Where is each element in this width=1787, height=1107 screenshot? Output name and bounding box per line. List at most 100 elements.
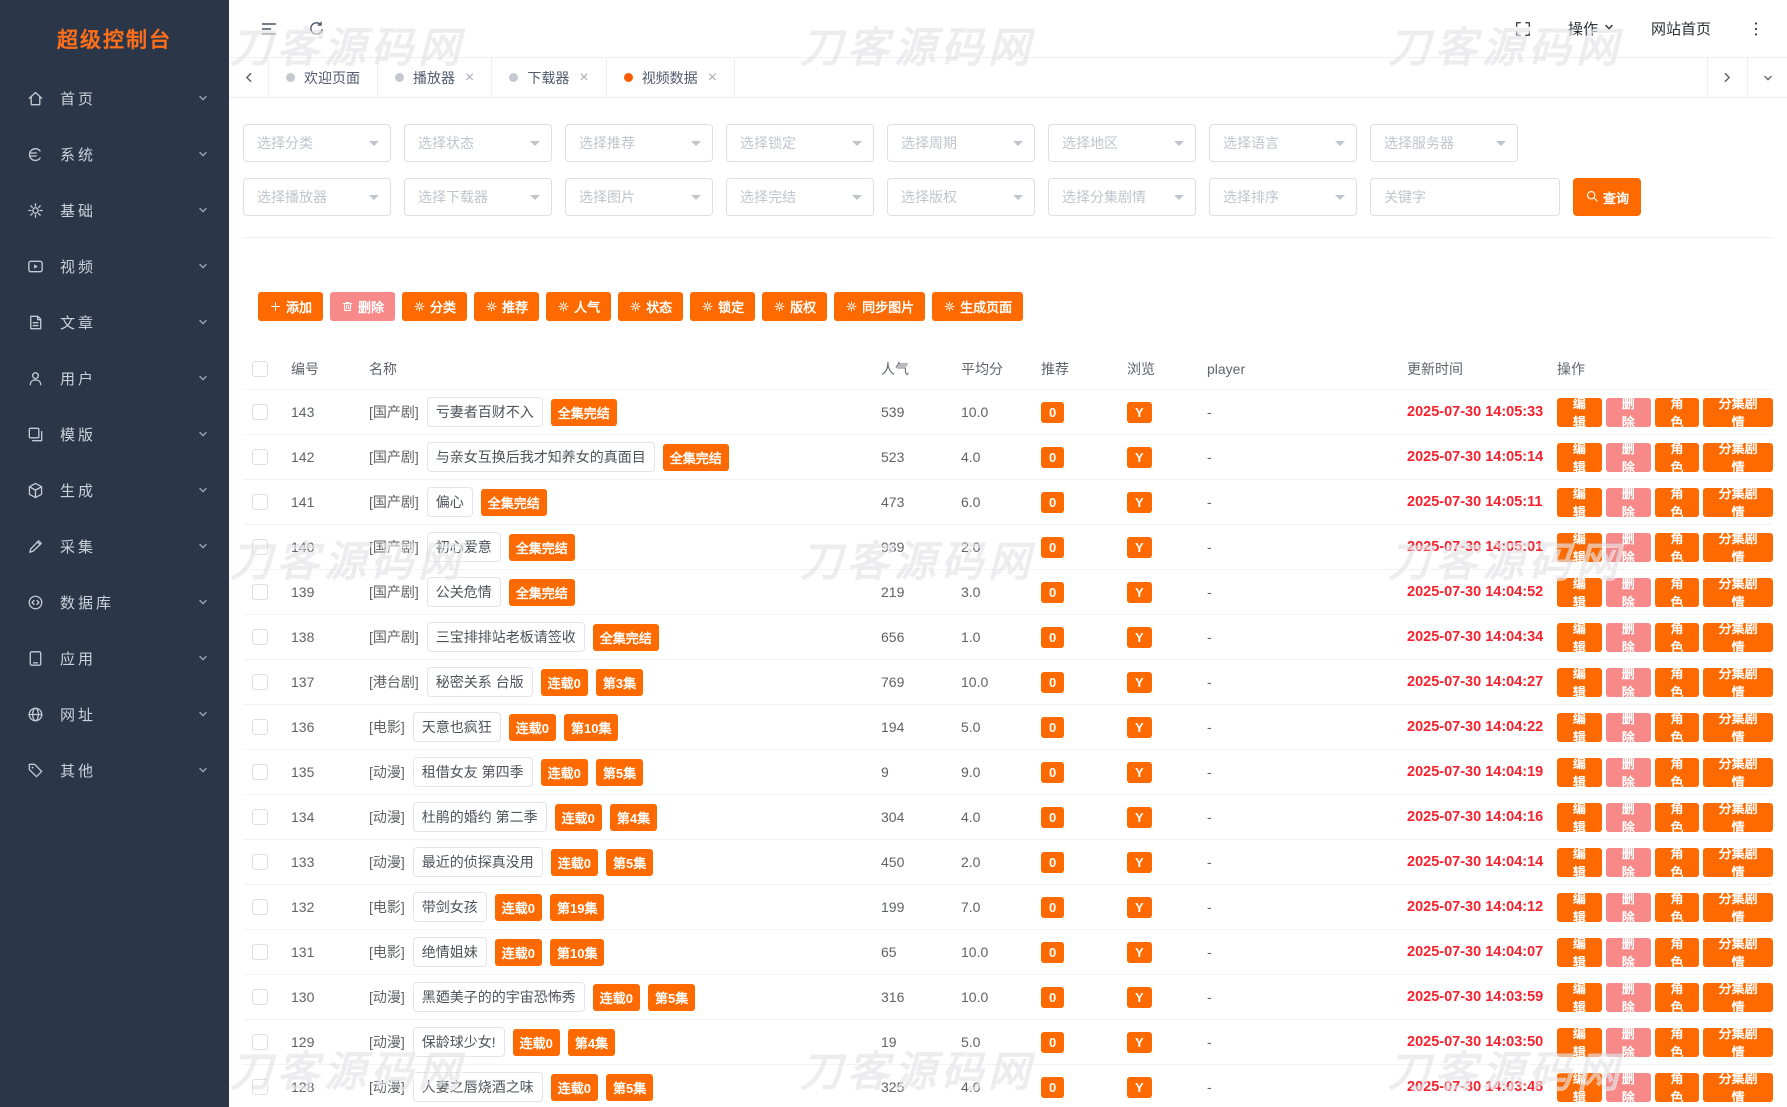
tabs-dropdown-icon[interactable]	[1747, 58, 1787, 97]
sidebar-item-database[interactable]: 数据库	[0, 574, 229, 630]
row-checkbox[interactable]	[252, 989, 268, 1005]
row-delete-button[interactable]: 删除	[1605, 981, 1651, 1015]
row-episode-plot-button[interactable]: 分集剧情	[1703, 756, 1773, 790]
row-checkbox[interactable]	[252, 764, 268, 780]
row-role-button[interactable]: 角色	[1654, 486, 1700, 520]
sidebar-item-video[interactable]: 视频	[0, 238, 229, 294]
row-checkbox[interactable]	[252, 584, 268, 600]
sidebar-item-home[interactable]: 首页	[0, 70, 229, 126]
filter-select-region[interactable]: 选择地区	[1048, 124, 1196, 162]
row-episode-plot-button[interactable]: 分集剧情	[1703, 801, 1773, 835]
filter-select-lock[interactable]: 选择锁定	[726, 124, 874, 162]
row-checkbox[interactable]	[252, 674, 268, 690]
refresh-icon[interactable]	[307, 19, 326, 38]
filter-select-status[interactable]: 选择状态	[404, 124, 552, 162]
row-role-button[interactable]: 角色	[1654, 981, 1700, 1015]
row-role-button[interactable]: 角色	[1654, 936, 1700, 970]
row-edit-button[interactable]: 编辑	[1557, 576, 1602, 610]
filter-select-episode-plot[interactable]: 选择分集剧情	[1048, 178, 1196, 216]
row-delete-button[interactable]: 删除	[1605, 891, 1651, 925]
filter-select-downloader[interactable]: 选择下载器	[404, 178, 552, 216]
close-icon[interactable]: ×	[579, 69, 588, 86]
row-episode-plot-button[interactable]: 分集剧情	[1703, 936, 1773, 970]
row-episode-plot-button[interactable]: 分集剧情	[1703, 621, 1773, 655]
filter-select-sort[interactable]: 选择排序	[1209, 178, 1357, 216]
row-delete-button[interactable]: 删除	[1605, 801, 1651, 835]
sidebar-item-basic[interactable]: 基础	[0, 182, 229, 238]
filter-select-finish[interactable]: 选择完结	[726, 178, 874, 216]
tabs-scroll-right-icon[interactable]	[1707, 58, 1747, 97]
row-role-button[interactable]: 角色	[1654, 1026, 1700, 1060]
row-checkbox[interactable]	[252, 944, 268, 960]
row-role-button[interactable]: 角色	[1654, 801, 1700, 835]
sidebar-item-generate[interactable]: 生成	[0, 462, 229, 518]
tab-welcome[interactable]: 欢迎页面	[269, 58, 378, 97]
row-edit-button[interactable]: 编辑	[1557, 891, 1602, 925]
row-edit-button[interactable]: 编辑	[1557, 711, 1602, 745]
row-checkbox[interactable]	[252, 539, 268, 555]
row-role-button[interactable]: 角色	[1654, 666, 1700, 700]
lock-button[interactable]: 锁定	[690, 292, 756, 321]
row-edit-button[interactable]: 编辑	[1557, 981, 1602, 1015]
row-delete-button[interactable]: 删除	[1605, 396, 1651, 430]
sidebar-item-collect[interactable]: 采集	[0, 518, 229, 574]
row-role-button[interactable]: 角色	[1654, 1071, 1700, 1105]
row-edit-button[interactable]: 编辑	[1557, 486, 1602, 520]
row-edit-button[interactable]: 编辑	[1557, 441, 1602, 475]
row-delete-button[interactable]: 删除	[1605, 666, 1651, 700]
tab-downloader[interactable]: 下载器 ×	[492, 58, 607, 97]
row-role-button[interactable]: 角色	[1654, 441, 1700, 475]
row-role-button[interactable]: 角色	[1654, 891, 1700, 925]
row-delete-button[interactable]: 删除	[1605, 846, 1651, 880]
row-role-button[interactable]: 角色	[1654, 621, 1700, 655]
filter-select-category[interactable]: 选择分类	[243, 124, 391, 162]
row-role-button[interactable]: 角色	[1654, 756, 1700, 790]
row-episode-plot-button[interactable]: 分集剧情	[1703, 891, 1773, 925]
row-episode-plot-button[interactable]: 分集剧情	[1703, 1026, 1773, 1060]
row-checkbox[interactable]	[252, 1079, 268, 1095]
filter-select-cycle[interactable]: 选择周期	[887, 124, 1035, 162]
row-role-button[interactable]: 角色	[1654, 396, 1700, 430]
filter-select-recommend[interactable]: 选择推荐	[565, 124, 713, 162]
sidebar-item-url[interactable]: 网址	[0, 686, 229, 742]
row-episode-plot-button[interactable]: 分集剧情	[1703, 981, 1773, 1015]
site-home-link[interactable]: 网站首页	[1651, 18, 1711, 39]
row-checkbox[interactable]	[252, 404, 268, 420]
status-button[interactable]: 状态	[618, 292, 684, 321]
row-delete-button[interactable]: 删除	[1605, 576, 1651, 610]
filter-select-copyright[interactable]: 选择版权	[887, 178, 1035, 216]
row-delete-button[interactable]: 删除	[1605, 1026, 1651, 1060]
row-edit-button[interactable]: 编辑	[1557, 1026, 1602, 1060]
sidebar-item-other[interactable]: 其他	[0, 742, 229, 798]
sidebar-item-article[interactable]: 文章	[0, 294, 229, 350]
row-episode-plot-button[interactable]: 分集剧情	[1703, 711, 1773, 745]
row-edit-button[interactable]: 编辑	[1557, 1071, 1602, 1105]
row-checkbox[interactable]	[252, 449, 268, 465]
row-role-button[interactable]: 角色	[1654, 531, 1700, 565]
add-button[interactable]: 添加	[258, 292, 324, 321]
row-edit-button[interactable]: 编辑	[1557, 801, 1602, 835]
row-edit-button[interactable]: 编辑	[1557, 531, 1602, 565]
row-delete-button[interactable]: 删除	[1605, 486, 1651, 520]
row-checkbox[interactable]	[252, 494, 268, 510]
sync-image-button[interactable]: 同步图片	[834, 292, 926, 321]
operate-dropdown[interactable]: 操作	[1568, 18, 1615, 39]
tab-video-data[interactable]: 视频数据 ×	[607, 58, 736, 97]
keyword-input[interactable]	[1370, 178, 1560, 216]
row-checkbox[interactable]	[252, 899, 268, 915]
filter-select-image[interactable]: 选择图片	[565, 178, 713, 216]
row-episode-plot-button[interactable]: 分集剧情	[1703, 846, 1773, 880]
fullscreen-icon[interactable]	[1514, 20, 1532, 38]
row-edit-button[interactable]: 编辑	[1557, 666, 1602, 700]
row-episode-plot-button[interactable]: 分集剧情	[1703, 531, 1773, 565]
copyright-button[interactable]: 版权	[762, 292, 828, 321]
row-checkbox[interactable]	[252, 629, 268, 645]
row-episode-plot-button[interactable]: 分集剧情	[1703, 396, 1773, 430]
row-role-button[interactable]: 角色	[1654, 711, 1700, 745]
row-episode-plot-button[interactable]: 分集剧情	[1703, 486, 1773, 520]
row-delete-button[interactable]: 删除	[1605, 936, 1651, 970]
row-role-button[interactable]: 角色	[1654, 576, 1700, 610]
row-edit-button[interactable]: 编辑	[1557, 936, 1602, 970]
sidebar-item-user[interactable]: 用户	[0, 350, 229, 406]
row-delete-button[interactable]: 删除	[1605, 621, 1651, 655]
